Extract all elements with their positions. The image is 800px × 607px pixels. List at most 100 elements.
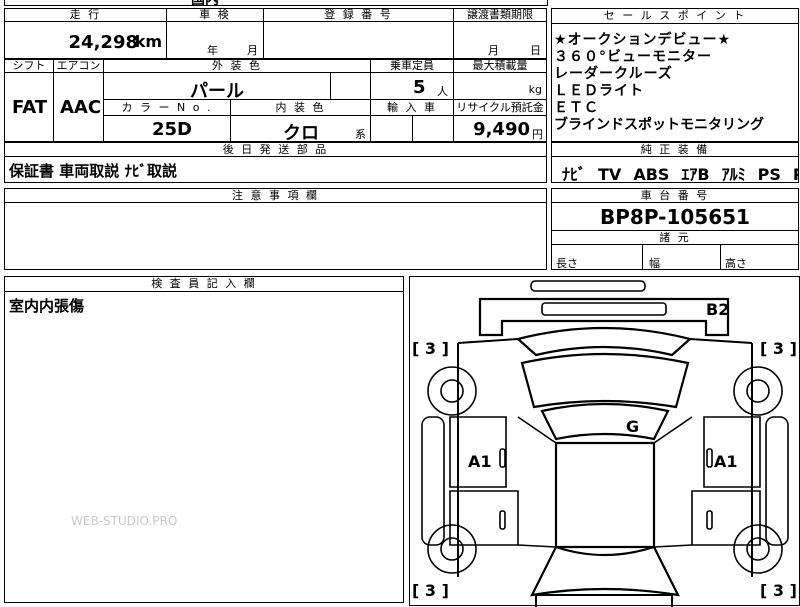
sales-point-3: レーダークルーズ xyxy=(554,66,673,82)
recycle-fee-header: リサイクル預託金 xyxy=(453,99,547,116)
exterior-color-sub-cell xyxy=(330,72,371,100)
spec-height-label: 高さ xyxy=(725,257,747,270)
mark-right-side: A1 xyxy=(714,452,738,471)
sales-point-4: ＬＥＤライト xyxy=(554,83,644,99)
equip-abs: ABS xyxy=(633,165,670,183)
max-load-unit: kg xyxy=(528,83,542,96)
chassis-value: BP8P-105651 xyxy=(600,205,750,229)
equip-alloy: ｱﾙﾐ xyxy=(721,165,746,183)
later-parts-value: 保証書 車両取説 ﾅﾋﾞ取説 xyxy=(9,162,177,180)
sales-point-1: ★オークションデビュー★ xyxy=(554,32,732,48)
chassis-cell: BP8P-105651 xyxy=(551,202,799,231)
equip-tv: TV xyxy=(598,165,622,183)
max-load-cell: kg xyxy=(453,72,547,100)
mark-left-side: A1 xyxy=(468,452,492,471)
inspection-month-unit: 月 xyxy=(247,44,258,57)
mark-rear: B2 xyxy=(706,300,730,319)
left-front-handle xyxy=(499,510,506,530)
windshield xyxy=(530,545,680,597)
transfer-deadline-cell: 月 日 xyxy=(453,21,547,59)
later-parts-cell: 保証書 車両取説 ﾅﾋﾞ取説 xyxy=(4,156,547,183)
import-car-cell-a xyxy=(370,115,413,142)
mileage-header: 走 行 xyxy=(4,8,167,22)
chassis-header: 車 台 番 号 xyxy=(551,188,799,203)
cabin-center xyxy=(554,441,656,549)
rear-glass xyxy=(515,326,693,357)
rear-license-slot xyxy=(541,302,667,316)
wheel-rear-right-hub xyxy=(746,379,770,403)
mileage-value: 24,298 xyxy=(68,32,138,53)
car-diagram-svg xyxy=(421,280,789,607)
sales-point-6: ブラインドスポットモニタリング xyxy=(554,117,764,133)
notes-cell xyxy=(4,202,547,270)
right-front-door xyxy=(691,490,761,546)
left-rear-handle xyxy=(499,448,506,468)
aircon-header: エアコン xyxy=(53,59,104,73)
wheel-rear-left xyxy=(427,366,477,416)
wheel-grade-front-left: [ 3 ] xyxy=(412,581,449,600)
capacity-cell: 5 人 xyxy=(370,72,454,100)
shift-cell: FAT xyxy=(4,72,54,142)
specs-header: 諸 元 xyxy=(551,230,799,245)
capacity-header: 乗車定員 xyxy=(370,59,454,73)
spec-length-cell: 長さ xyxy=(551,244,643,270)
exterior-color-header: 外 装 色 xyxy=(103,59,371,73)
interior-color-header: 内 装 色 xyxy=(230,99,371,116)
shift-header: シフト xyxy=(4,59,54,73)
import-car-cell-b xyxy=(412,115,454,142)
car-diagram: B2 G A1 A1 [ 3 ] [ 3 ] [ 3 ] [ 3 ] xyxy=(409,276,800,607)
color-no-value: 25D xyxy=(152,119,192,140)
sales-point-2: ３６０°ビューモニター xyxy=(554,49,712,65)
inspection-cell: 年 月 xyxy=(166,21,264,59)
inspector-header: 検 査 員 記 入 欄 xyxy=(4,276,404,292)
right-pillar xyxy=(653,416,693,548)
wheel-grade-rear-left: [ 3 ] xyxy=(412,339,449,358)
genuine-equipment-header: 純 正 装 備 xyxy=(551,142,799,157)
transfer-month-unit: 月 xyxy=(488,44,499,57)
color-no-cell: 25D xyxy=(103,115,231,142)
spec-width-label: 幅 xyxy=(649,257,660,270)
wheel-rear-right xyxy=(733,366,783,416)
transfer-day-unit: 日 xyxy=(530,44,541,57)
aircon-value: AAC xyxy=(60,97,102,118)
right-front-handle xyxy=(706,510,713,530)
aircon-cell: AAC xyxy=(53,72,104,142)
recycle-fee-unit: 円 xyxy=(532,128,543,141)
capacity-unit: 人 xyxy=(437,85,448,98)
rear-bumper xyxy=(478,297,730,337)
equip-pw: PW xyxy=(793,165,798,182)
spec-length-label: 長さ xyxy=(556,257,578,270)
spec-width-cell: 幅 xyxy=(642,244,721,270)
wheel-front-left-hub xyxy=(440,537,464,561)
transfer-deadline-header: 譲渡書類期限 xyxy=(453,8,547,22)
right-rear-handle xyxy=(706,448,713,468)
wheel-grade-front-right: [ 3 ] xyxy=(760,581,797,600)
inspection-header: 車 検 xyxy=(166,8,264,22)
watermark: WEB-STUDIO.PRO xyxy=(71,514,178,528)
mileage-cell: 24,298 km xyxy=(4,21,167,59)
equip-ps: PS xyxy=(757,165,781,183)
front-bumper xyxy=(535,594,673,607)
right-side-strip xyxy=(765,416,789,546)
top-partial-strip: 国内 xyxy=(4,0,548,8)
roof-rear-panel xyxy=(520,352,690,409)
capacity-value: 5 xyxy=(413,77,426,98)
interior-color-cell: クロ 系 xyxy=(230,115,371,142)
mileage-unit: km xyxy=(134,32,162,51)
wheel-grade-rear-right: [ 3 ] xyxy=(760,339,797,358)
equip-airbag: ｴｱB xyxy=(681,165,710,183)
genuine-equipment-cell: ﾅﾋﾞ TV ABS ｴｱB ｱﾙﾐ PS PW xyxy=(551,156,799,183)
equip-navi: ﾅﾋﾞ xyxy=(562,165,587,183)
inspector-cell: 室内内張傷 WEB-STUDIO.PRO xyxy=(4,291,404,603)
wheel-rear-left-hub xyxy=(440,379,464,403)
mark-roof: G xyxy=(626,417,640,436)
later-parts-header: 後 日 発 送 部 品 xyxy=(4,142,547,157)
sales-point-5: ＥＴＣ xyxy=(554,100,599,116)
inspector-comment: 室内内張傷 xyxy=(9,297,85,315)
shift-value: FAT xyxy=(12,97,48,118)
sales-points-cell: ★オークションデビュー★ ３６０°ビューモニター レーダークルーズ ＬＥＤライト… xyxy=(551,23,799,142)
inspection-year-unit: 年 xyxy=(207,44,218,57)
sales-points-header: セ ー ル ス ポ イ ン ト xyxy=(551,8,799,24)
wheel-front-right-hub xyxy=(746,537,770,561)
interior-color-value: クロ xyxy=(283,123,319,142)
